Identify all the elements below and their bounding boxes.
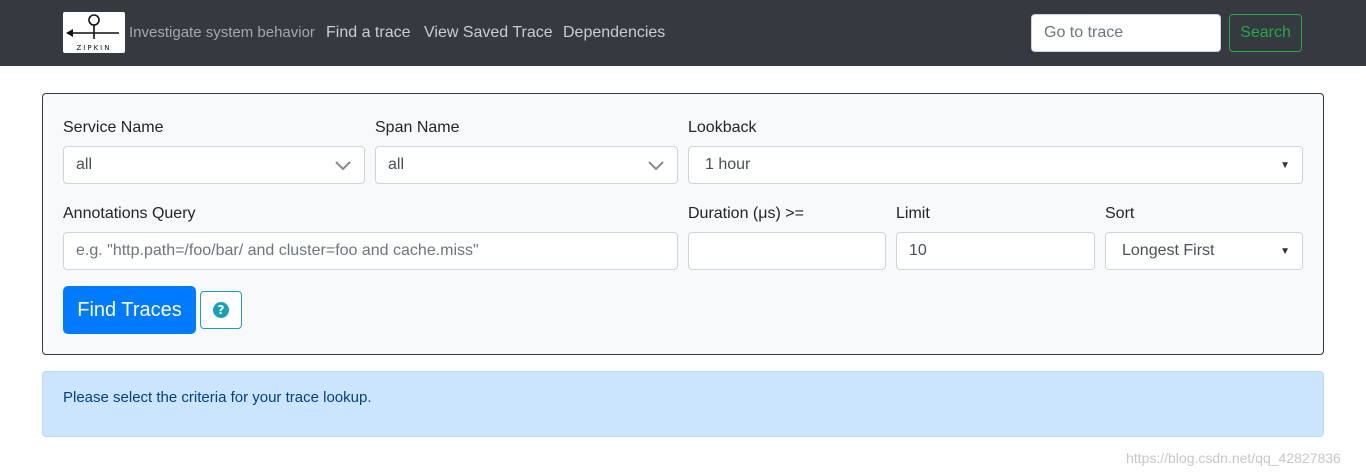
annotations-query-input[interactable] <box>63 232 678 270</box>
sort-select[interactable]: Longest First ▼ <box>1105 232 1303 270</box>
search-button[interactable]: Search <box>1229 14 1302 52</box>
limit-input[interactable] <box>896 232 1095 270</box>
limit-label: Limit <box>896 205 930 222</box>
nav-dependencies[interactable]: Dependencies <box>563 24 665 42</box>
watermark: https://blog.csdn.net/qq_42827836 <box>1126 450 1341 466</box>
chevron-down-icon <box>335 161 351 171</box>
service-name-label: Service Name <box>63 119 164 136</box>
lookback-value: 1 hour <box>705 156 751 173</box>
annotations-query-label: Annotations Query <box>63 205 196 222</box>
help-button[interactable]: ? <box>200 291 242 329</box>
alert-message: Please select the criteria for your trac… <box>63 389 372 406</box>
caret-down-icon: ▼ <box>1280 245 1290 257</box>
span-name-value: all <box>388 156 405 173</box>
zipkin-logo[interactable]: ZIPKIN <box>63 12 125 53</box>
sort-label: Sort <box>1105 205 1135 222</box>
duration-label: Duration (μs) >= <box>688 205 804 222</box>
span-name-label: Span Name <box>375 119 460 136</box>
caret-down-icon: ▼ <box>1280 159 1290 171</box>
sort-value: Longest First <box>1122 242 1215 259</box>
service-name-value: all <box>76 156 93 173</box>
question-icon: ? <box>213 302 229 318</box>
go-to-trace-input[interactable] <box>1031 14 1221 52</box>
find-traces-button[interactable]: Find Traces <box>63 286 196 334</box>
lookback-label: Lookback <box>688 119 757 136</box>
nav-view-saved-trace[interactable]: View Saved Trace <box>424 24 553 42</box>
logo-text: ZIPKIN <box>76 44 112 52</box>
search-form-panel: Service Name all Span Name all Lookback … <box>42 93 1324 355</box>
top-navbar: ZIPKIN Investigate system behavior Find … <box>0 0 1366 66</box>
span-name-select[interactable]: all <box>375 146 678 184</box>
info-alert: Please select the criteria for your trac… <box>42 371 1324 437</box>
chevron-down-icon <box>648 161 664 171</box>
lookback-select[interactable]: 1 hour ▼ <box>688 146 1303 184</box>
nav-find-a-trace[interactable]: Find a trace <box>326 24 410 42</box>
service-name-select[interactable]: all <box>63 146 365 184</box>
duration-input[interactable] <box>688 232 886 270</box>
tagline: Investigate system behavior <box>129 24 315 41</box>
